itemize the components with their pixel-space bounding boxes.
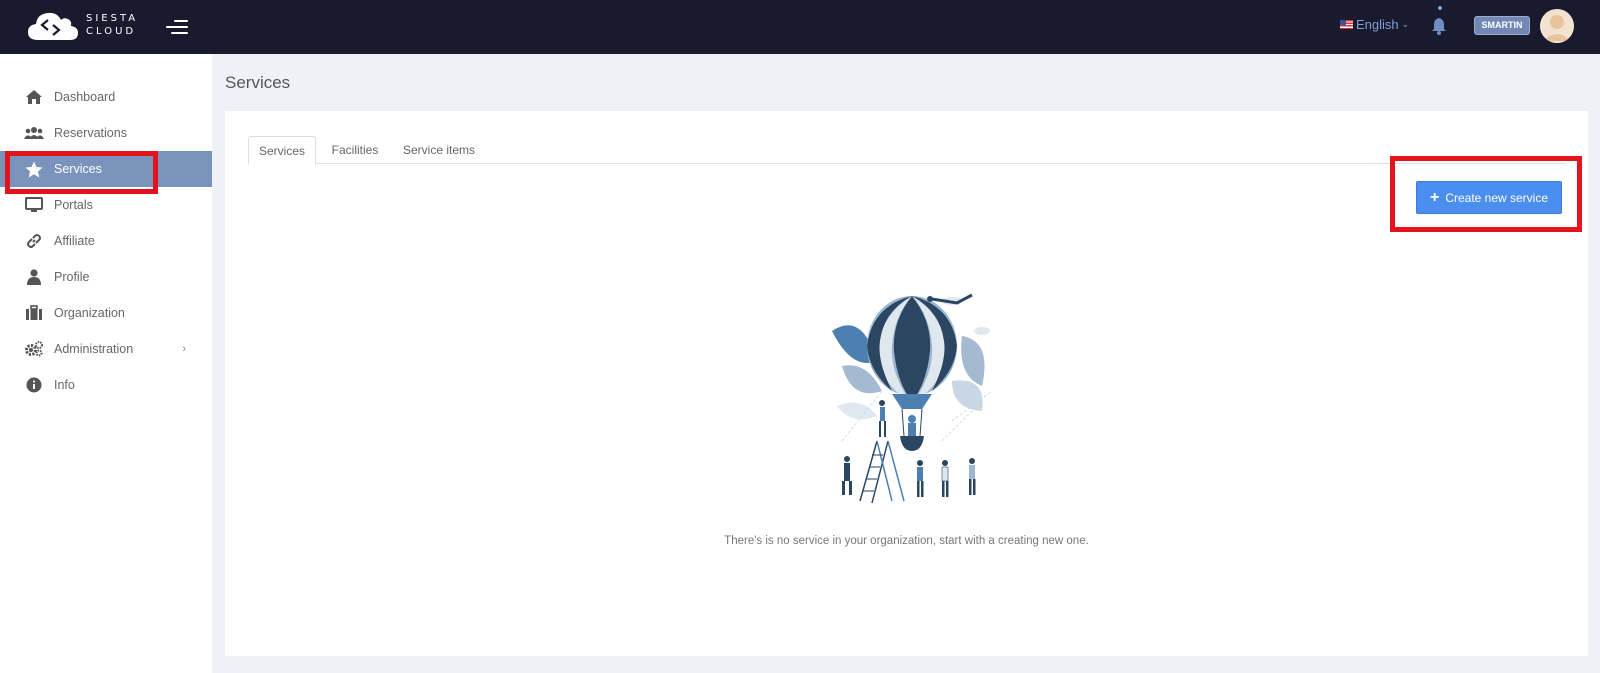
tab-facilities[interactable]: Facilities: [326, 136, 384, 164]
page-title: Services: [225, 73, 291, 92]
bell-icon[interactable]: [1431, 17, 1447, 40]
language-label: English: [1356, 17, 1399, 32]
empty-state-message: There's is no service in your organizati…: [724, 535, 1089, 547]
info-icon: [24, 377, 44, 393]
sidebar: Dashboard Reservations Services Portals …: [0, 54, 212, 673]
sidebar-item-label: Reservations: [54, 126, 127, 140]
sidebar-item-profile[interactable]: Profile: [0, 259, 212, 295]
siesta-cloud-logo[interactable]: SIESTA CLOUD: [26, 8, 138, 42]
cloud-logo-icon: [28, 12, 78, 40]
sidebar-item-administration[interactable]: Administration ›: [0, 331, 212, 367]
sidebar-item-dashboard[interactable]: Dashboard: [0, 79, 212, 115]
sidebar-item-label: Profile: [54, 270, 90, 284]
us-flag-icon: [1340, 20, 1353, 29]
highlight-create-button: [1390, 156, 1582, 232]
sidebar-item-label: Organization: [54, 306, 125, 320]
menu-toggle-icon[interactable]: [166, 18, 188, 36]
home-icon: [24, 89, 44, 105]
username-badge[interactable]: SMARTIN: [1474, 16, 1530, 35]
link-icon: [24, 233, 44, 249]
tab-services[interactable]: Services: [248, 136, 316, 165]
hot-air-balloon-illustration: [832, 293, 993, 504]
notification-dot: [1438, 6, 1442, 10]
sidebar-item-label: Affiliate: [54, 234, 95, 248]
sidebar-item-label: Administration: [54, 342, 134, 356]
sidebar-item-reservations[interactable]: Reservations: [0, 115, 212, 151]
tab-service-items[interactable]: Service items: [394, 136, 484, 164]
briefcase-icon: [24, 305, 44, 321]
sidebar-item-organization[interactable]: Organization: [0, 295, 212, 331]
services-card: Services Facilities Service items + Crea…: [225, 111, 1588, 656]
sidebar-item-label: Portals: [54, 198, 93, 212]
chevron-down-icon: ⌄: [1401, 19, 1410, 29]
gears-icon: [24, 341, 44, 357]
logo-line-1: SIESTA: [86, 13, 139, 24]
chevron-right-icon: ›: [182, 343, 186, 355]
user-icon: [24, 269, 44, 285]
tab-bar: Services Facilities Service items: [248, 136, 1566, 165]
monitor-icon: [24, 197, 44, 213]
users-icon: [24, 126, 44, 140]
language-selector[interactable]: English ⌄: [1340, 17, 1409, 32]
sidebar-item-affiliate[interactable]: Affiliate: [0, 223, 212, 259]
highlight-services-nav: [5, 151, 158, 194]
sidebar-item-label: Info: [54, 378, 75, 392]
avatar[interactable]: [1540, 9, 1574, 43]
sidebar-item-info[interactable]: Info: [0, 367, 212, 403]
sidebar-item-label: Dashboard: [54, 90, 116, 104]
top-bar: SIESTA CLOUD English ⌄ SMARTIN: [0, 0, 1600, 54]
logo-line-2: CLOUD: [86, 26, 137, 37]
